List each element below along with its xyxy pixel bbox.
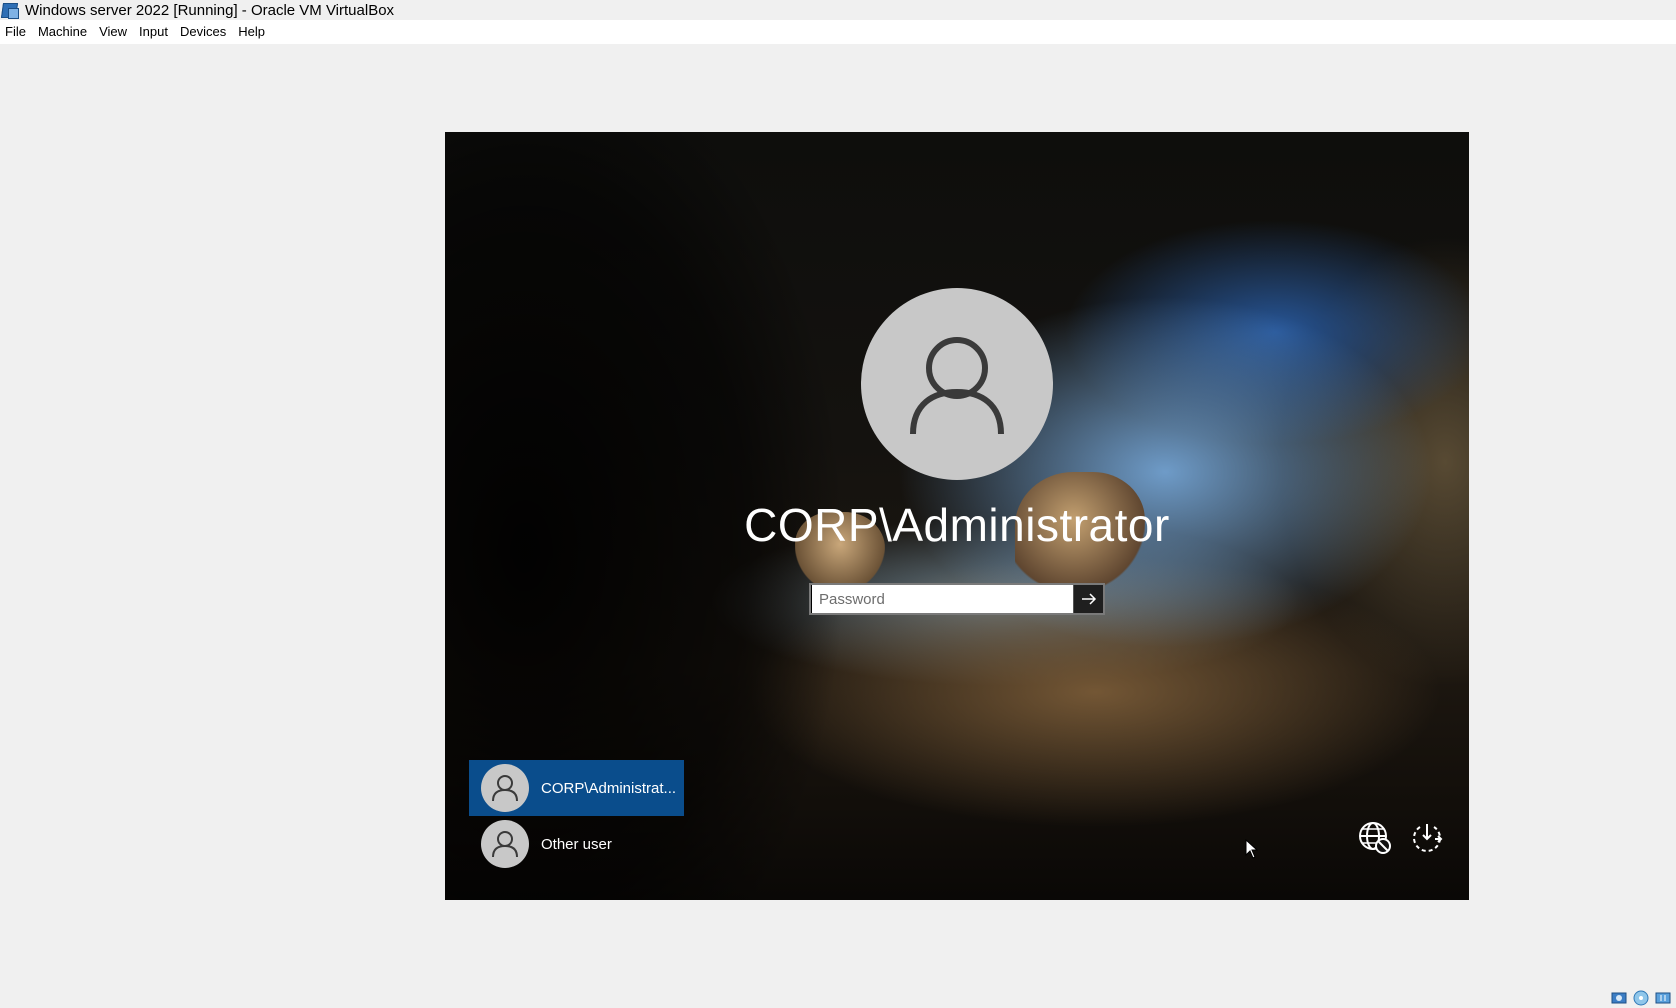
menu-view[interactable]: View [94,20,134,44]
user-tile-label: CORP\Administrat... [541,779,677,797]
virtualbox-icon [0,2,19,19]
password-box [809,583,1105,615]
optical-drive-icon[interactable] [1632,990,1650,1006]
menu-help[interactable]: Help [233,20,272,44]
hard-disk-icon[interactable] [1610,990,1628,1006]
window-titlebar: Windows server 2022 [Running] - Oracle V… [0,0,1676,20]
window-title: Windows server 2022 [Running] - Oracle V… [25,1,395,19]
password-input[interactable] [811,585,1073,613]
user-tile-administrator[interactable]: CORP\Administrat... [469,760,684,816]
user-avatar [481,764,529,812]
vm-display[interactable]: CORP\Administrator CORP\Administrat... O… [445,132,1469,900]
usb-icon[interactable] [1654,990,1672,1006]
user-tile-other-user[interactable]: Other user [469,816,684,872]
user-list: CORP\Administrat... Other user [469,760,684,872]
user-icon [492,775,518,802]
submit-button[interactable] [1073,585,1103,613]
user-icon [492,831,518,858]
arrow-right-icon [1081,593,1096,605]
menu-devices[interactable]: Devices [175,20,233,44]
power-icon [1413,824,1443,852]
corner-actions [1357,820,1445,856]
user-avatar-large [861,288,1053,480]
status-bar [1610,990,1676,1008]
user-tile-label: Other user [541,835,612,853]
login-username: CORP\Administrator [744,499,1170,551]
user-icon [910,337,1004,435]
network-button[interactable] [1357,820,1393,856]
menu-input[interactable]: Input [134,20,175,44]
menu-machine[interactable]: Machine [33,20,94,44]
menubar: File Machine View Input Devices Help [0,20,1676,44]
menu-file[interactable]: File [0,20,33,44]
power-button[interactable] [1409,820,1445,856]
mouse-cursor-icon [1245,839,1259,859]
network-globe-icon [1359,822,1391,854]
user-avatar [481,820,529,868]
